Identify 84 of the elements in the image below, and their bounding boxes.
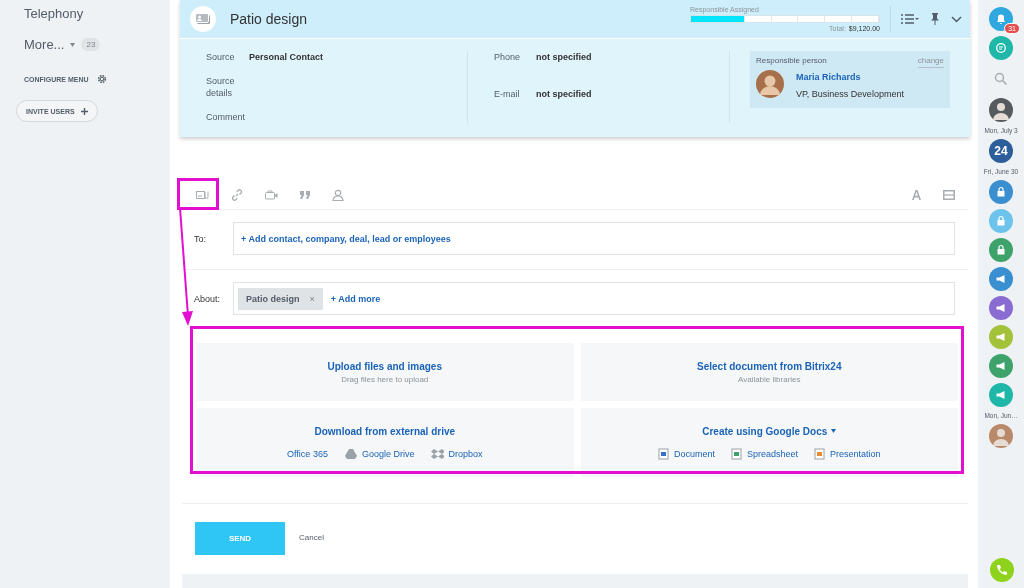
megaphone-button[interactable] [989, 325, 1013, 349]
menu-item[interactable]: Telephony [16, 4, 92, 23]
person-name-link[interactable]: Maria Richards [796, 72, 944, 87]
megaphone-button[interactable] [989, 354, 1013, 378]
count-badge: 23 [81, 38, 101, 51]
bitrix-tile[interactable]: Select document from Bitrix24 Available libraries [580, 343, 958, 401]
field-label: E-mail [494, 88, 521, 100]
quote-icon[interactable] [300, 191, 310, 199]
deal-title: Patio design [230, 11, 309, 27]
chat-icon [995, 42, 1007, 54]
tile-title[interactable]: Select document from Bitrix24 [697, 360, 842, 372]
avatar[interactable] [989, 98, 1013, 122]
dropbox-icon [430, 447, 445, 460]
font-icon[interactable] [912, 190, 921, 200]
google-docs-dropdown[interactable]: Create using Google Docs [702, 425, 837, 437]
create-doc-link[interactable]: Document [657, 447, 715, 460]
field-label: Source [206, 51, 236, 63]
field-value: not specified [536, 51, 593, 63]
lock-button[interactable] [989, 209, 1013, 233]
megaphone-icon [995, 360, 1007, 372]
megaphone-button[interactable] [989, 267, 1013, 291]
add-more-link[interactable]: + Add more [330, 293, 381, 304]
recipient-field[interactable]: + Add contact, company, deal, lead or employees [233, 222, 955, 255]
search-icon[interactable] [994, 72, 1008, 86]
to-label: To: [194, 233, 207, 244]
upload-tile[interactable]: Upload files and images Drag files here to upload [196, 343, 574, 401]
field-value: Personal Contact [249, 51, 325, 63]
calendar-button[interactable]: 24 [989, 139, 1013, 163]
chat-button[interactable] [989, 36, 1013, 60]
megaphone-icon [995, 273, 1007, 285]
person-icon[interactable] [332, 189, 344, 201]
tile-hint: Available libraries [737, 374, 801, 384]
about-label: About: [194, 293, 222, 304]
megaphone-icon [995, 331, 1007, 343]
drive-link[interactable]: Office 365 [287, 448, 328, 459]
contact-card-icon [190, 6, 216, 32]
field-label: Source details [206, 75, 236, 99]
about-field[interactable]: Patio design × + Add more [233, 282, 955, 315]
link-icon[interactable] [231, 189, 243, 201]
presentation-icon [814, 447, 826, 460]
cancel-link[interactable]: Cancel [299, 533, 324, 542]
tile-title[interactable]: Download from external drive [314, 425, 456, 437]
video-icon[interactable] [265, 190, 278, 200]
megaphone-icon [995, 302, 1007, 314]
create-doc-link[interactable]: Spreadsheet [730, 447, 798, 460]
tile-title[interactable]: Upload files and images [327, 360, 442, 372]
caret-icon [70, 42, 76, 47]
plus-icon [80, 107, 88, 115]
panel-heading: Responsible person [756, 56, 827, 67]
highlight-frame [177, 178, 219, 210]
drive-link[interactable]: Dropbox [430, 447, 483, 460]
remove-tag-button[interactable]: × [309, 293, 315, 304]
gear-icon[interactable] [96, 74, 107, 84]
lock-icon [995, 244, 1007, 256]
chevron-down-icon[interactable] [951, 15, 962, 23]
panel-icon[interactable] [943, 190, 955, 200]
spreadsheet-icon [730, 447, 743, 460]
document-icon [657, 447, 670, 460]
person-position: VP, Business Development [796, 88, 905, 101]
pin-icon[interactable] [931, 13, 939, 25]
megaphone-button[interactable] [989, 383, 1013, 407]
megaphone-icon [995, 389, 1007, 401]
phone-icon [996, 564, 1008, 576]
day-number: 24 [994, 144, 1008, 158]
create-doc-link[interactable]: Presentation [814, 447, 881, 460]
lock-button[interactable] [989, 238, 1013, 262]
megaphone-button[interactable] [989, 296, 1013, 320]
field-value: not specified [536, 88, 593, 100]
lock-icon [995, 186, 1007, 198]
attach-file-icon[interactable] [196, 190, 209, 200]
avatar[interactable] [989, 424, 1013, 448]
tile-hint: Drag files here to upload [341, 374, 429, 384]
bell-icon [995, 13, 1007, 25]
caret-icon [831, 429, 837, 433]
field-label: Phone [494, 51, 522, 63]
more-link[interactable]: More... [24, 37, 65, 52]
lock-button[interactable] [989, 180, 1013, 204]
lock-icon [995, 215, 1007, 227]
drive-link[interactable]: Google Drive [343, 447, 415, 460]
phone-button[interactable] [990, 558, 1014, 582]
field-label: Comment [206, 111, 246, 123]
tag-label: Patio design [246, 293, 300, 304]
list-menu-icon[interactable] [901, 14, 919, 24]
avatar [756, 70, 784, 99]
